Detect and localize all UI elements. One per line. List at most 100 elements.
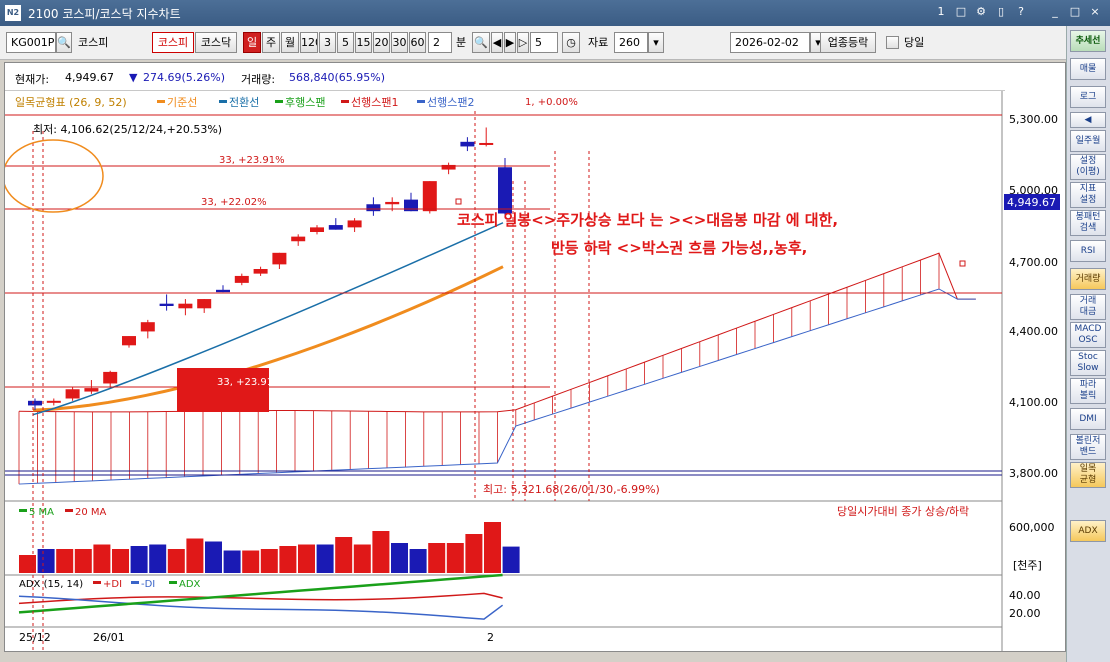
window-dock-button[interactable]: ▯ bbox=[994, 5, 1008, 19]
volume-bar bbox=[74, 549, 92, 573]
today-checkbox[interactable] bbox=[886, 36, 899, 49]
candle-body bbox=[234, 275, 249, 283]
volume-bar bbox=[260, 549, 278, 573]
candle-body bbox=[347, 220, 362, 228]
sidebar-item-parabolic[interactable]: 파라 볼릭 bbox=[1070, 378, 1106, 404]
data-count-input[interactable]: 260 bbox=[614, 32, 648, 53]
volume-bar bbox=[167, 549, 185, 573]
candle-body bbox=[479, 142, 494, 145]
candle-body bbox=[216, 289, 230, 293]
legend-span2: 선행스팬2 bbox=[427, 96, 474, 109]
sidebar-collapse-icon[interactable]: ◀ bbox=[1070, 112, 1106, 128]
price-change: 274.69(5.26%) bbox=[143, 71, 226, 84]
volume-bar bbox=[372, 531, 390, 573]
sidebar-item-macd[interactable]: MACD OSC bbox=[1070, 322, 1106, 348]
close-button[interactable]: × bbox=[1088, 5, 1102, 19]
candle-body bbox=[28, 400, 42, 406]
period-15-button[interactable]: 15 bbox=[355, 32, 372, 53]
period-5-button[interactable]: 5 bbox=[337, 32, 354, 53]
price-info-bar: 현재가: 4,949.67 ▼ 274.69(5.26%) 거래량: 568,8… bbox=[5, 63, 1005, 91]
price-label: 현재가: bbox=[15, 73, 50, 86]
candle-body bbox=[253, 269, 268, 274]
y-tick: 3,800.00 bbox=[1009, 467, 1058, 480]
sidebar-item-bollinger[interactable]: 볼린저 밴드 bbox=[1070, 434, 1106, 460]
chevron-down-icon[interactable]: ▾ bbox=[648, 32, 664, 53]
window-number-button[interactable]: 1 bbox=[934, 5, 948, 19]
sidebar-item-indicator-settings[interactable]: 지표 설정 bbox=[1070, 182, 1106, 208]
span1-line bbox=[18, 252, 976, 413]
count-input[interactable]: 5 bbox=[530, 32, 558, 53]
candle-body bbox=[159, 303, 174, 306]
adx-title: ADX (15, 14) bbox=[19, 579, 83, 590]
vol-ma20-label: 20 MA bbox=[75, 507, 107, 518]
volume-bar bbox=[279, 546, 297, 573]
sidebar-item-pattern-search[interactable]: 봉패턴 검색 bbox=[1070, 210, 1106, 236]
candle-body bbox=[310, 227, 324, 232]
candle-body bbox=[46, 400, 61, 403]
volume-bar bbox=[502, 546, 520, 573]
adx-axis-tick: 20.00 bbox=[1009, 607, 1041, 620]
tab-kosdaq[interactable]: 코스닥 bbox=[195, 32, 237, 53]
date-input[interactable]: 2026-02-02 bbox=[730, 32, 810, 53]
sidebar-item-trading-value[interactable]: 거래 대금 bbox=[1070, 294, 1106, 320]
title-bar: N2 2100 코스피/코스닥 지수차트 1 □ ⚙ ▯ ? _ □ × bbox=[0, 0, 1110, 26]
index-name: 코스피 bbox=[78, 36, 109, 49]
ichimoku-legend: 일목균형표 (26, 9, 52) bbox=[15, 95, 127, 109]
clock-icon[interactable]: ◷ bbox=[562, 32, 580, 53]
candle-body bbox=[498, 167, 512, 214]
period-30-button[interactable]: 30 bbox=[391, 32, 408, 53]
vol-axis-tick: 600,000 bbox=[1009, 521, 1055, 534]
sidebar-item-dmi[interactable]: DMI bbox=[1070, 408, 1106, 430]
period-day-button[interactable]: 일 bbox=[243, 32, 261, 53]
y-tick: 4,100.00 bbox=[1009, 396, 1058, 409]
volume-bar bbox=[316, 544, 334, 573]
period-month-button[interactable]: 월 bbox=[281, 32, 299, 53]
window-settings-button[interactable]: ⚙ bbox=[974, 5, 988, 19]
maximize-button[interactable]: □ bbox=[1068, 5, 1082, 19]
period-week-button[interactable]: 주 bbox=[262, 32, 280, 53]
volume-bar bbox=[37, 549, 55, 573]
sidebar-item-ma-settings[interactable]: 설정 (이평) bbox=[1070, 154, 1106, 180]
sidebar-item-period[interactable]: 일주월 bbox=[1070, 130, 1106, 152]
sidebar-item-volume[interactable]: 거래량 bbox=[1070, 268, 1106, 290]
volume-bar bbox=[130, 546, 148, 573]
volume-value: 568,840(65.95%) bbox=[289, 71, 386, 84]
next-icon[interactable]: ▶ bbox=[504, 32, 516, 53]
volume-label: 거래량: bbox=[241, 73, 276, 86]
sidebar-item-trendline[interactable]: 추세선 bbox=[1070, 30, 1106, 52]
sidebar-item-log[interactable]: 로그 bbox=[1070, 86, 1106, 108]
volume-bar bbox=[484, 522, 501, 573]
candle-body bbox=[84, 388, 99, 392]
prev-icon[interactable]: ◀ bbox=[491, 32, 503, 53]
period-3-button[interactable]: 3 bbox=[319, 32, 336, 53]
minimize-button[interactable]: _ bbox=[1048, 5, 1062, 19]
legend-kijun: 기준선 bbox=[167, 96, 197, 109]
candle-body bbox=[272, 252, 287, 265]
period-120-button[interactable]: 120 bbox=[300, 32, 318, 53]
toolbar: KG001P 🔍 코스피 코스피 코스닥 일 주 월 120 3 5 15 20… bbox=[0, 26, 1066, 60]
search-icon[interactable]: 🔍 bbox=[56, 32, 72, 53]
sidebar-item-volume-profile[interactable]: 매물 bbox=[1070, 58, 1106, 80]
data-label: 자료 bbox=[588, 36, 609, 49]
sidebar-item-adx[interactable]: ADX bbox=[1070, 520, 1106, 542]
sidebar-item-rsi[interactable]: RSI bbox=[1070, 240, 1106, 262]
code-input[interactable]: KG001P bbox=[6, 32, 56, 53]
period-20-button[interactable]: 20 bbox=[373, 32, 390, 53]
window-link-button[interactable]: □ bbox=[954, 5, 968, 19]
zoom-icon[interactable]: 🔍 bbox=[472, 32, 490, 53]
x-tick: 25/12 bbox=[19, 631, 51, 644]
comment-line-1: 코스피 일봉<>주가상승 보다 는 ><>대음봉 마감 에 대한, bbox=[457, 211, 838, 229]
current-price: 4,949.67 bbox=[65, 71, 114, 84]
tab-kospi[interactable]: 코스피 bbox=[152, 32, 194, 53]
rank-button[interactable]: 업종등락 bbox=[820, 32, 876, 53]
legend-tenkan: 전환선 bbox=[229, 96, 259, 109]
sidebar-item-stochastic[interactable]: Stoc Slow bbox=[1070, 350, 1106, 376]
period-60-button[interactable]: 60 bbox=[409, 32, 426, 53]
minute-input[interactable]: 2 bbox=[428, 32, 452, 53]
chart-area[interactable]: 현재가: 4,949.67 ▼ 274.69(5.26%) 거래량: 568,8… bbox=[4, 62, 1066, 652]
window-help-button[interactable]: ? bbox=[1014, 5, 1028, 19]
play-icon[interactable]: ▷ bbox=[517, 32, 529, 53]
app-icon: N2 bbox=[5, 5, 21, 21]
sidebar-item-ichimoku[interactable]: 일목 균형 bbox=[1070, 462, 1106, 488]
candle-body bbox=[197, 299, 212, 309]
